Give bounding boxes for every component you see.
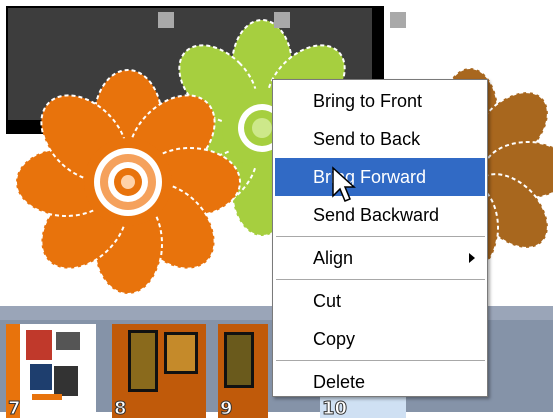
menu-item-label: Copy [313, 329, 356, 349]
page-number-8: 8 [114, 398, 127, 418]
page-thumbnail-8[interactable]: 8 [112, 324, 206, 418]
menu-item-copy[interactable]: Copy [275, 320, 485, 358]
menu-separator [276, 236, 485, 237]
arrow-cursor-icon [332, 166, 356, 202]
menu-item-bring-forward[interactable]: Bring Forward [275, 158, 485, 196]
context-menu: Bring to Front Send to Back Bring Forwar… [272, 79, 488, 397]
selection-handle-top-middle[interactable] [274, 12, 290, 28]
menu-item-label: Send Backward [313, 205, 440, 225]
selection-handle-top-left[interactable] [158, 12, 174, 28]
menu-item-align[interactable]: Align [275, 239, 485, 277]
menu-item-send-backward[interactable]: Send Backward [275, 196, 485, 234]
menu-item-bring-to-front[interactable]: Bring to Front [275, 82, 485, 120]
menu-item-send-to-back[interactable]: Send to Back [275, 120, 485, 158]
menu-item-label: Send to Back [313, 129, 421, 149]
menu-item-delete[interactable]: Delete [275, 363, 485, 401]
menu-item-cut[interactable]: Cut [275, 282, 485, 320]
menu-item-label: Bring Forward [313, 167, 427, 187]
menu-separator [276, 360, 485, 361]
page-number-7: 7 [8, 398, 21, 418]
page-number-9: 9 [220, 398, 233, 418]
menu-item-label: Align [313, 248, 354, 268]
menu-separator [276, 279, 485, 280]
menu-item-label: Cut [313, 291, 342, 311]
selection-handle-top-right[interactable] [390, 12, 406, 28]
page-thumbnail-7[interactable]: 7 [6, 324, 96, 418]
orange-flower[interactable] [15, 69, 241, 295]
page-thumbnail-9[interactable]: 9 [218, 324, 268, 418]
menu-item-label: Delete [313, 372, 366, 392]
menu-item-label: Bring to Front [313, 91, 423, 111]
page-number-10: 10 [321, 398, 348, 418]
submenu-arrow-icon [469, 253, 475, 263]
